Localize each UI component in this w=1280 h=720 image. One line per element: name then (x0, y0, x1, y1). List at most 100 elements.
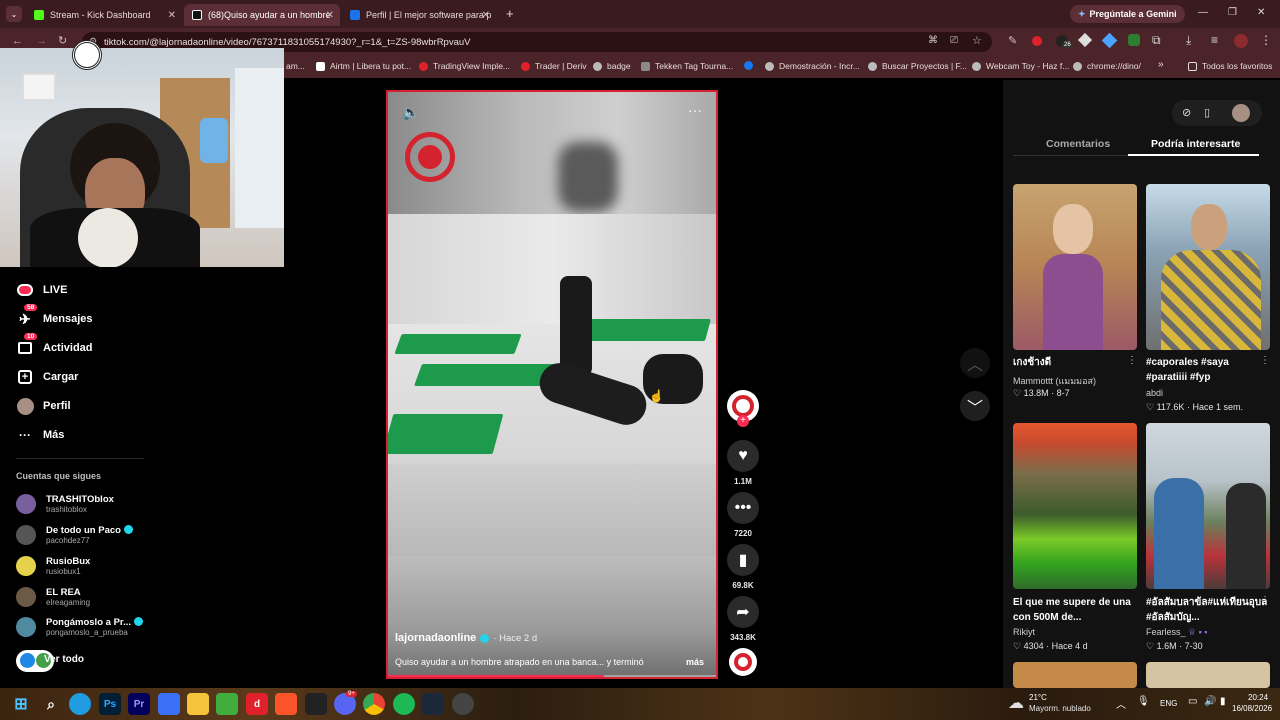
video-author[interactable]: Rikiyt (1013, 627, 1035, 637)
bookmark-item[interactable]: Demostración - Incr... (765, 61, 860, 71)
video-author[interactable]: Fearless_ ♕ ▪ ▪ (1146, 627, 1207, 638)
more-options-icon[interactable]: ⋮ (1127, 355, 1137, 366)
sidebar-item-messages[interactable]: ✈ 58 Mensajes (16, 304, 93, 328)
close-icon[interactable]: ✕ (168, 10, 176, 21)
app-icon[interactable] (305, 693, 327, 715)
video-player[interactable]: 🔈 ··· lajornadaonline · Hace 2 d Quiso a… (386, 90, 718, 679)
more-options-icon[interactable]: ··· (688, 102, 702, 118)
bookmark-item[interactable]: chrome://dino/ (1073, 61, 1141, 71)
sidebar-item-upload[interactable]: + Cargar (16, 368, 78, 386)
reload-icon[interactable]: ↻ (58, 34, 67, 47)
extension-blue-icon[interactable] (1101, 32, 1118, 49)
battery-icon[interactable]: ▮ (1220, 696, 1226, 707)
bookmark-item[interactable]: am... (286, 61, 305, 71)
sidebar-item-live[interactable]: LIVE (16, 281, 67, 299)
new-tab-button[interactable]: + (506, 6, 514, 21)
sidebar-item-more[interactable]: ··· Más (16, 426, 64, 444)
bookmark-item[interactable]: Buscar Proyectos | F... (868, 61, 967, 71)
windows-start-icon[interactable]: ⊞ (10, 693, 32, 715)
edge-icon[interactable] (69, 693, 91, 715)
bookmark-item[interactable]: Trader | Deriv (521, 61, 587, 71)
volume-icon[interactable]: 🔈 (402, 104, 419, 121)
brave-icon[interactable] (275, 693, 297, 715)
like-button[interactable]: ♥ 1.1M (727, 440, 759, 486)
video-caption[interactable]: #อัลสัมบลาข้ล#แห่เทียนอุบล #อัลสัมบัญ... (1146, 595, 1270, 625)
clock-date[interactable]: 16/08/2026 (1232, 704, 1272, 713)
video-caption[interactable]: El que me supere de una con 500M de... (1013, 595, 1137, 625)
following-item[interactable]: TRASHITOblox trashitoblox (16, 494, 114, 514)
all-favorites-folder[interactable]: Todos los favoritos (1188, 61, 1272, 71)
cast-icon[interactable]: ⎚ (950, 35, 958, 46)
reading-list-icon[interactable]: ≡ (1211, 33, 1218, 47)
extensions-puzzle-icon[interactable]: ⧉ (1152, 33, 1161, 48)
autoscroll-icon[interactable]: ⊘ (1182, 106, 1191, 119)
obs-icon[interactable] (452, 693, 474, 715)
language-indicator[interactable]: ENG (1160, 699, 1177, 708)
folder-icon[interactable] (187, 693, 209, 715)
bookmark-item[interactable]: badge (593, 61, 631, 71)
following-item[interactable]: EL REA elreagaming (16, 587, 90, 607)
recommended-video-thumbnail[interactable] (1146, 423, 1270, 589)
tab-search-icon[interactable]: ⌄ (6, 6, 22, 22)
bookmark-star-icon[interactable]: ☆ (972, 34, 982, 47)
back-icon[interactable]: ← (12, 35, 23, 47)
bookmark-item[interactable]: Webcam Toy - Haz f... (972, 61, 1069, 71)
video-author[interactable]: abdi (1146, 388, 1163, 398)
previous-video-button[interactable]: ︿ (960, 348, 990, 378)
tab-kick[interactable]: Stream - Kick Dashboard ✕ (26, 4, 182, 26)
clock-time[interactable]: 20:24 (1248, 693, 1268, 702)
video-caption[interactable]: #caporales #saya #paratiiii #fyp (1146, 355, 1270, 385)
video-author[interactable]: lajornadaonline · Hace 2 d (395, 632, 537, 644)
gemini-button[interactable]: ✦ Pregúntale a Gemini (1070, 5, 1185, 23)
sidebar-item-activity[interactable]: 10 Actividad (16, 333, 93, 357)
menu-kebab-icon[interactable]: ⋮ (1260, 33, 1272, 47)
more-options-icon[interactable]: ⋮ (1260, 595, 1270, 606)
steam-icon[interactable] (422, 693, 444, 715)
extension-red-icon[interactable] (1032, 36, 1042, 46)
video-progress-track[interactable] (388, 675, 716, 677)
tab-comments[interactable]: Comentarios (1046, 138, 1110, 150)
tab-tiktok[interactable]: (68)Quiso ayudar a un hombre ✕ (184, 4, 340, 26)
sound-disc-button[interactable] (727, 648, 759, 676)
volume-icon[interactable]: 🔊 (1204, 696, 1216, 707)
extension-icon[interactable]: ✎ (1008, 34, 1017, 47)
microphone-icon[interactable]: 🎙 (1137, 696, 1150, 707)
tray-chevron-icon[interactable]: ︿ (1116, 696, 1126, 711)
save-button[interactable]: ▮ 69.8K (727, 544, 759, 590)
next-video-button[interactable]: ﹀ (960, 391, 990, 421)
search-icon[interactable]: ⌕ (40, 693, 62, 715)
network-icon[interactable]: ▭ (1188, 696, 1197, 707)
bookmark-item[interactable] (744, 61, 758, 70)
spotify-icon[interactable] (393, 693, 415, 715)
recommended-video-thumbnail[interactable] (1013, 662, 1137, 688)
download-icon[interactable]: ⤓ (1186, 33, 1191, 48)
chrome-icon[interactable] (363, 693, 385, 715)
tab-recommendations[interactable]: Podría interesarte (1151, 138, 1240, 150)
video-caption[interactable]: เกงช้างดี (1013, 355, 1137, 370)
forward-icon[interactable]: → (36, 35, 47, 47)
share-button[interactable]: ➦ 343.8K (727, 596, 759, 642)
author-avatar-button[interactable]: + (727, 390, 759, 427)
bookmark-item[interactable]: Tekken Tag Tourna... (641, 61, 733, 71)
maximize-button[interactable]: ❐ (1228, 7, 1237, 18)
video-author[interactable]: Mammottt (แมมมอส) (1013, 374, 1096, 388)
sidebar-item-profile[interactable]: Perfil (16, 397, 71, 415)
recommended-video-thumbnail[interactable] (1013, 184, 1137, 350)
recommended-video-thumbnail[interactable] (1146, 662, 1270, 688)
close-icon[interactable]: ✕ (326, 10, 334, 21)
close-icon[interactable]: ✕ (482, 10, 490, 21)
following-item[interactable]: RusioBux rusiobux1 (16, 556, 90, 576)
see-all-link[interactable]: Ver todo (44, 654, 84, 665)
premiere-icon[interactable]: Pr (128, 693, 150, 715)
store-icon[interactable] (158, 693, 180, 715)
phone-icon[interactable]: ▯ (1204, 106, 1210, 119)
following-item[interactable]: De todo un Paco pacohdez77 (16, 525, 133, 545)
account-avatar[interactable] (1234, 34, 1248, 48)
more-options-icon[interactable]: ⋮ (1260, 355, 1270, 366)
recommended-video-thumbnail[interactable] (1013, 423, 1137, 589)
bookmark-item[interactable]: Airtm | Libera tu pot... (316, 61, 411, 71)
comment-button[interactable]: ••• 7220 (727, 492, 759, 538)
translate-icon[interactable]: ⌘ (928, 35, 938, 46)
close-window-button[interactable]: ✕ (1257, 7, 1265, 18)
deriv-icon[interactable]: d (246, 693, 268, 715)
